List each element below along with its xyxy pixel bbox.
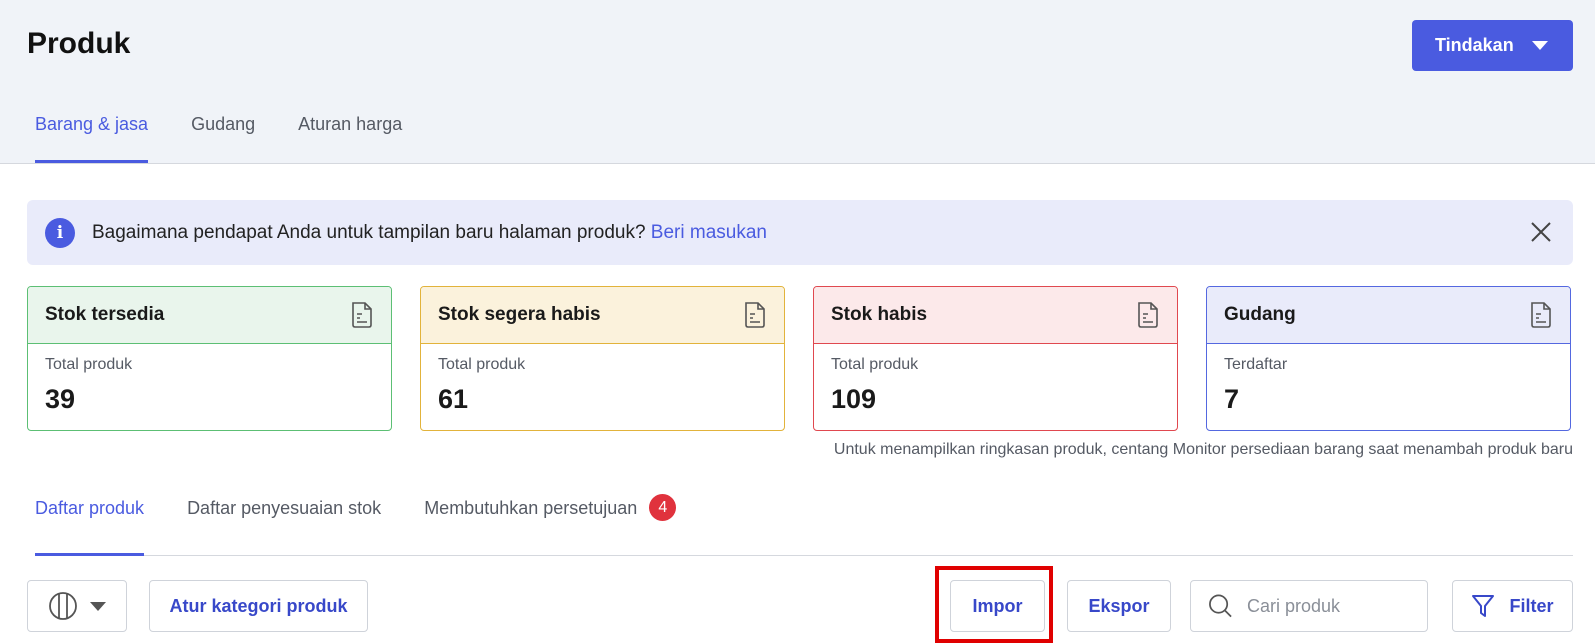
card-title: Stok habis [831,304,928,325]
report-icon [1531,302,1551,328]
card-title: Gudang [1224,304,1296,325]
card-stok-segera-habis[interactable]: Stok segera habis Total produk 61 [420,286,785,431]
info-banner-text: Bagaimana pendapat Anda untuk tampilan b… [92,222,767,244]
card-label: Total produk [45,356,133,373]
report-icon [352,302,372,328]
list-tabs: Daftar produk Daftar penyesuaian stok Me… [35,494,1573,556]
search-box [1190,580,1428,632]
card-value: 7 [1224,384,1240,414]
card-header: Stok habis [814,287,1177,344]
info-banner: i Bagaimana pendapat Anda untuk tampilan… [27,200,1573,265]
tab-membutuhkan-persetujuan[interactable]: Membutuhkan persetujuan 4 [424,494,677,555]
close-icon[interactable] [1529,220,1553,244]
card-title: Stok tersedia [45,304,165,325]
search-input[interactable] [1247,595,1427,617]
caret-down-icon [90,601,106,611]
columns-icon [49,592,77,620]
caret-down-icon [1531,41,1548,50]
card-value: 61 [438,384,469,414]
tab-daftar-produk[interactable]: Daftar produk [35,498,145,556]
feedback-link[interactable]: Beri masukan [651,222,767,243]
card-header: Gudang [1207,287,1570,344]
highlight-box [935,566,1053,643]
card-stok-tersedia[interactable]: Stok tersedia Total produk 39 [27,286,392,431]
tab-label: Daftar produk [35,498,145,518]
card-label: Total produk [831,356,919,373]
filter-icon [1472,595,1495,617]
card-value: 109 [831,384,877,414]
tab-aturan-harga[interactable]: Aturan harga [298,114,402,163]
tab-label: Membutuhkan persetujuan [424,498,638,518]
card-gudang[interactable]: Gudang Terdaftar 7 [1206,286,1571,431]
filter-button[interactable]: Filter [1452,580,1573,632]
card-label: Total produk [438,356,526,373]
summary-note: Untuk menampilkan ringkasan produk, cent… [833,441,1573,458]
page-title: Produk [27,27,131,60]
top-tabs: Barang & jasa Gudang Aturan harga [35,114,445,163]
tindakan-button-label: Tindakan [1435,35,1514,55]
report-icon [1138,302,1158,328]
tab-label: Daftar penyesuaian stok [187,498,382,518]
info-banner-message: Bagaimana pendapat Anda untuk tampilan b… [92,221,646,243]
tab-barang-jasa[interactable]: Barang & jasa [35,114,149,163]
tab-daftar-penyesuaian-stok[interactable]: Daftar penyesuaian stok [187,498,381,555]
info-icon: i [45,217,75,248]
card-value: 39 [45,384,76,414]
card-stok-habis[interactable]: Stok habis Total produk 109 [813,286,1178,431]
card-label: Terdaftar [1224,356,1288,373]
filter-button-label: Filter [1509,595,1554,616]
column-toggle-button[interactable] [27,580,127,632]
tab-gudang[interactable]: Gudang [191,114,255,163]
card-title: Stok segera habis [438,304,601,325]
card-header: Stok tersedia [28,287,391,344]
summary-cards: Stok tersedia Total produk 39 Stok seger… [27,286,1571,431]
tindakan-button[interactable]: Tindakan [1412,20,1573,71]
ekspor-button[interactable]: Ekspor [1067,580,1171,632]
report-icon [745,302,765,328]
card-header: Stok segera habis [421,287,784,344]
search-icon [1209,594,1232,618]
page-header: Produk Tindakan Barang & jasa Gudang Atu… [0,0,1595,164]
atur-kategori-produk-button[interactable]: Atur kategori produk [149,580,368,632]
count-badge: 4 [649,494,677,521]
